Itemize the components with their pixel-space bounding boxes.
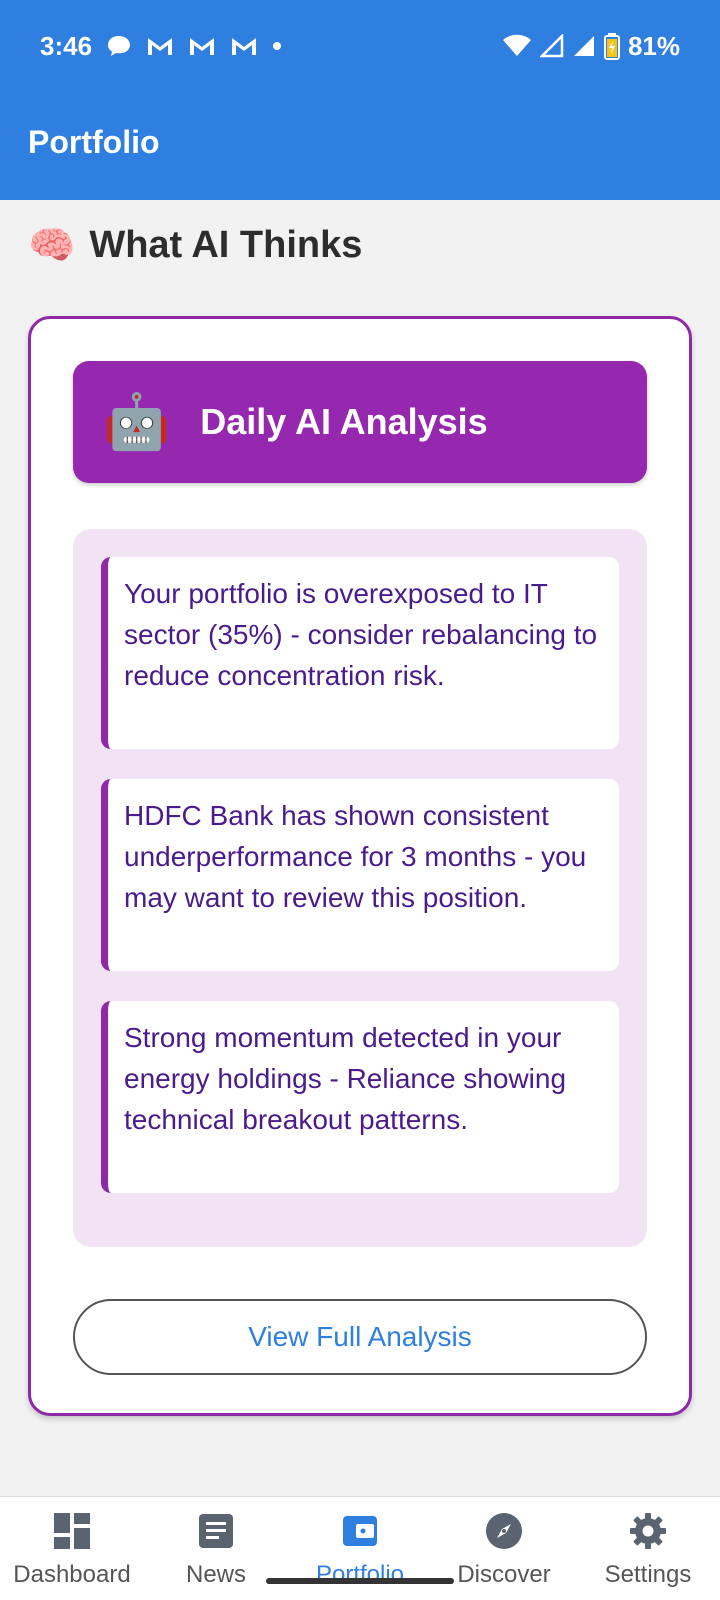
insight-item: HDFC Bank has shown consistent underperf… [101,779,619,971]
insight-item: Strong momentum detected in your energy … [101,1001,619,1193]
more-notifications-dot-icon [273,42,282,50]
compass-icon [486,1513,522,1549]
page-title: Portfolio [28,124,160,160]
insights-list: Your portfolio is overexposed to IT sect… [73,529,647,1247]
banner-title: Daily AI Analysis [200,401,488,442]
gmail-icon [148,38,173,55]
brain-icon: 🧠 [28,224,76,267]
news-icon [199,1514,233,1548]
chat-icon [108,36,131,56]
gmail-icon [190,38,215,55]
nav-label: News [185,1561,246,1588]
dashboard-icon [54,1513,90,1549]
signal-icon [539,34,564,58]
view-full-analysis-button[interactable]: View Full Analysis [73,1299,647,1375]
nav-label: Settings [604,1561,692,1588]
nav-item-dashboard[interactable]: Dashboard [0,1497,144,1600]
analysis-banner: 🤖 Daily AI Analysis [73,361,647,483]
gear-icon [630,1513,666,1549]
robot-icon: 🤖 [103,392,171,452]
section-header: 🧠 What AI Thinks [28,224,362,267]
nav-item-discover[interactable]: Discover [432,1497,576,1600]
home-indicator[interactable] [266,1578,454,1584]
battery-icon [603,33,620,60]
nav-label: Discover [457,1561,551,1588]
nav-label: Dashboard [13,1561,131,1588]
signal-icon [573,36,594,56]
insight-item: Your portfolio is overexposed to IT sect… [101,557,619,749]
status-bar: 3:46 81% [0,0,720,92]
battery-percent: 81% [627,30,680,61]
clock: 3:46 [40,30,93,61]
bottom-navigation: Dashboard News Portfolio Discover Settin… [0,1496,720,1600]
wallet-icon [343,1516,377,1546]
nav-label: Portfolio [315,1561,405,1588]
ai-analysis-card: 🤖 Daily AI Analysis Your portfolio is ov… [28,316,692,1416]
nav-item-news[interactable]: News [144,1497,288,1600]
wifi-icon [502,34,531,56]
gmail-icon [232,38,257,55]
nav-item-settings[interactable]: Settings [576,1497,720,1600]
section-title: What AI Thinks [89,224,363,266]
nav-item-portfolio[interactable]: Portfolio [288,1497,432,1600]
